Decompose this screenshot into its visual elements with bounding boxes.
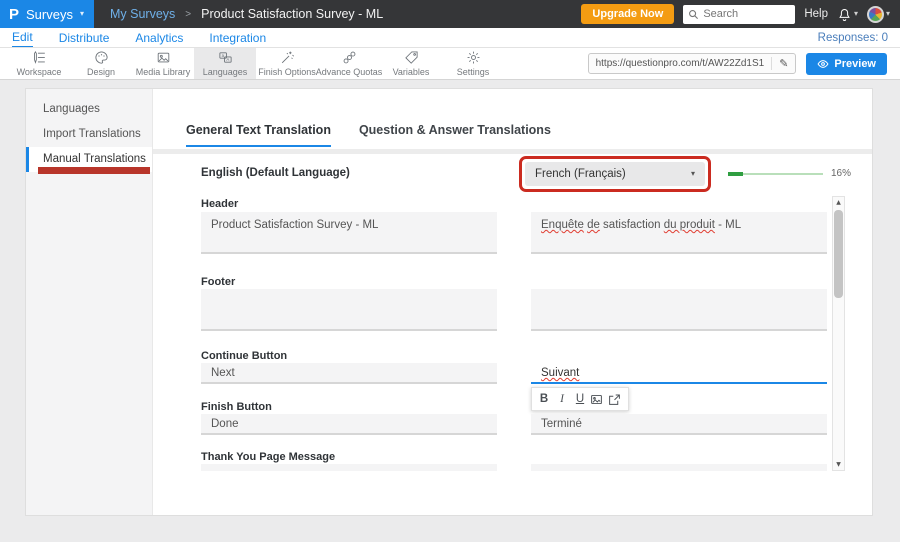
avatar bbox=[867, 6, 884, 23]
workspace-icon bbox=[32, 50, 47, 65]
language-dropdown[interactable]: French (Français) ▾ bbox=[525, 162, 705, 186]
edit-url-icon[interactable]: ✎ bbox=[771, 57, 788, 70]
thank-you-fr-textarea[interactable] bbox=[531, 464, 827, 471]
continue-fr-input[interactable]: Suivant bbox=[531, 363, 827, 384]
header-label: Header bbox=[201, 198, 238, 210]
header-en-textarea[interactable]: Product Satisfaction Survey - ML bbox=[201, 212, 497, 254]
survey-url: https://questionpro.com/t/AW22Zd1S1 bbox=[596, 58, 765, 69]
toolbar-variables[interactable]: Variables bbox=[380, 48, 442, 79]
translation-form: Header Product Satisfaction Survey - ML … bbox=[153, 196, 874, 471]
underline-button[interactable]: U bbox=[572, 393, 588, 405]
survey-toolbar: Workspace Design Media Library aA Langua… bbox=[0, 48, 900, 80]
toolbar-advance-quotas[interactable]: Advance Quotas bbox=[318, 48, 380, 79]
toolbar-media-library[interactable]: Media Library bbox=[132, 48, 194, 79]
notifications-menu[interactable]: ▾ bbox=[837, 7, 858, 22]
nav-distribute[interactable]: Distribute bbox=[59, 29, 110, 47]
search-input[interactable] bbox=[703, 8, 787, 20]
nav-integration[interactable]: Integration bbox=[209, 29, 266, 47]
toolbar-workspace[interactable]: Workspace bbox=[8, 48, 70, 79]
toolbar-design[interactable]: Design bbox=[70, 48, 132, 79]
main-nav: Edit Distribute Analytics Integration Re… bbox=[0, 28, 900, 48]
svg-text:A: A bbox=[226, 57, 229, 62]
finish-fr-input[interactable]: Terminé bbox=[531, 414, 827, 435]
languages-icon: aA bbox=[218, 50, 233, 65]
search-icon bbox=[688, 9, 699, 20]
form-scrollbar[interactable]: ▲ ▼ bbox=[832, 196, 845, 471]
questionpro-logo: P bbox=[9, 6, 19, 23]
chevron-down-icon: ▾ bbox=[691, 170, 695, 178]
finish-button-label: Finish Button bbox=[201, 401, 272, 413]
translation-progress-label: 16% bbox=[831, 168, 851, 179]
bold-button[interactable]: B bbox=[536, 393, 552, 405]
continue-button-label: Continue Button bbox=[201, 350, 287, 362]
english-default-label: English (Default Language) bbox=[201, 167, 350, 179]
translation-progress-fill bbox=[728, 172, 743, 176]
annotation-underline bbox=[38, 167, 150, 174]
media-library-icon bbox=[156, 50, 171, 65]
nav-analytics[interactable]: Analytics bbox=[135, 29, 183, 47]
product-name: Surveys bbox=[26, 7, 73, 22]
italic-button[interactable]: I bbox=[554, 393, 570, 405]
divider-band bbox=[153, 149, 872, 154]
footer-label: Footer bbox=[201, 276, 235, 288]
chevron-down-icon: ▾ bbox=[886, 10, 890, 18]
scrollbar-thumb[interactable] bbox=[834, 210, 843, 298]
tab-question-answer-translations[interactable]: Question & Answer Translations bbox=[359, 123, 551, 147]
header-fr-textarea[interactable]: Enquête de satisfaction du produit - ML bbox=[531, 212, 827, 254]
thank-you-label: Thank You Page Message bbox=[201, 451, 335, 463]
finish-options-icon bbox=[280, 50, 295, 65]
variables-icon bbox=[404, 50, 419, 65]
finish-en-input[interactable]: Done bbox=[201, 414, 497, 435]
breadcrumb: My Surveys > Product Satisfaction Survey… bbox=[110, 7, 383, 21]
design-icon bbox=[94, 50, 109, 65]
toolbar-finish-options[interactable]: Finish Options bbox=[256, 48, 318, 79]
responses-count: Responses: 0 bbox=[818, 32, 888, 44]
eye-icon bbox=[817, 58, 829, 70]
insert-image-button[interactable] bbox=[590, 393, 606, 406]
bell-icon bbox=[837, 7, 852, 22]
chevron-down-icon: ▾ bbox=[80, 10, 84, 18]
nav-edit[interactable]: Edit bbox=[12, 28, 33, 47]
thank-you-en-textarea[interactable] bbox=[201, 464, 497, 471]
toolbar-languages[interactable]: aA Languages bbox=[194, 48, 256, 79]
translations-sidebar: Languages Import Translations Manual Tra… bbox=[26, 89, 153, 515]
top-bar: P Surveys ▾ My Surveys > Product Satisfa… bbox=[0, 0, 900, 28]
translation-tabs: General Text Translation Question & Answ… bbox=[186, 123, 551, 147]
search-box[interactable] bbox=[683, 5, 795, 24]
tab-general-text-translation[interactable]: General Text Translation bbox=[186, 123, 331, 147]
surveys-product-switcher[interactable]: P Surveys ▾ bbox=[0, 0, 94, 28]
settings-icon bbox=[466, 50, 481, 65]
breadcrumb-separator: > bbox=[185, 9, 191, 20]
footer-fr-textarea[interactable] bbox=[531, 289, 827, 331]
toolbar-settings[interactable]: Settings bbox=[442, 48, 504, 79]
upgrade-now-button[interactable]: Upgrade Now bbox=[581, 4, 674, 24]
sidebar-item-languages[interactable]: Languages bbox=[26, 97, 152, 122]
breadcrumb-my-surveys-link[interactable]: My Surveys bbox=[110, 7, 175, 21]
scroll-down-arrow[interactable]: ▼ bbox=[833, 461, 844, 468]
translations-panel: Languages Import Translations Manual Tra… bbox=[25, 88, 873, 516]
advance-quotas-icon bbox=[342, 50, 357, 65]
scroll-up-arrow[interactable]: ▲ bbox=[833, 199, 844, 206]
help-link[interactable]: Help bbox=[804, 8, 828, 20]
insert-link-button[interactable] bbox=[608, 393, 624, 406]
preview-button[interactable]: Preview bbox=[806, 53, 887, 75]
sidebar-item-import-translations[interactable]: Import Translations bbox=[26, 122, 152, 147]
account-menu[interactable]: ▾ bbox=[867, 6, 890, 23]
chevron-down-icon: ▾ bbox=[854, 10, 858, 18]
rich-text-toolbar: B I U bbox=[531, 387, 629, 411]
survey-url-box: https://questionpro.com/t/AW22Zd1S1 ✎ bbox=[588, 53, 797, 74]
survey-title: Product Satisfaction Survey - ML bbox=[201, 7, 383, 21]
footer-en-textarea[interactable] bbox=[201, 289, 497, 331]
translations-content: General Text Translation Question & Answ… bbox=[153, 89, 872, 515]
continue-en-input[interactable]: Next bbox=[201, 363, 497, 384]
